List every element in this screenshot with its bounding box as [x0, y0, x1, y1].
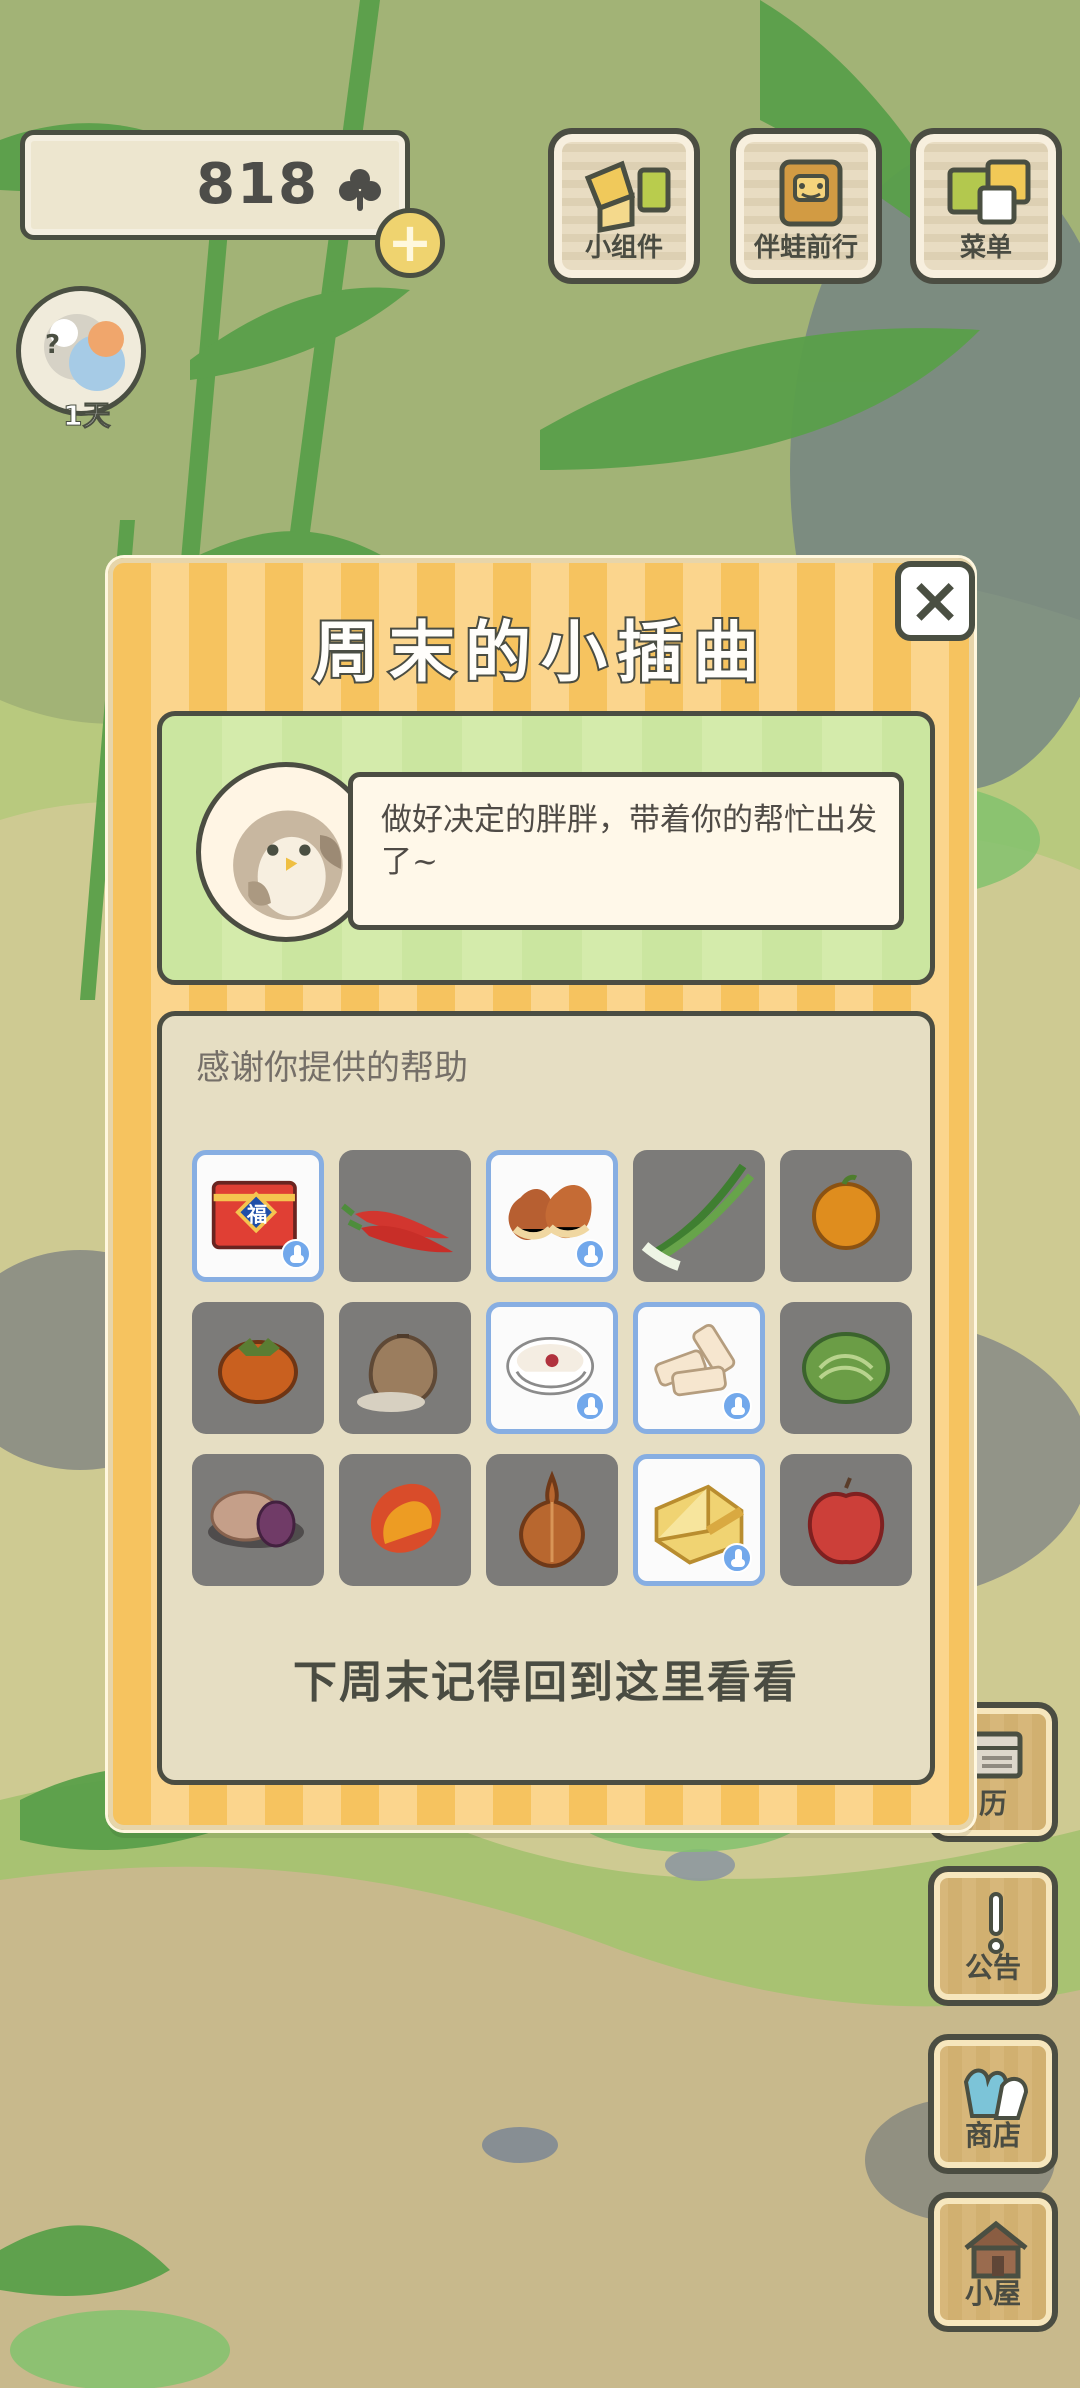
house-button[interactable]: 小屋 [928, 2192, 1058, 2332]
announcement-label: 公告 [964, 1951, 1021, 1984]
mango-icon [370, 1483, 441, 1553]
footer-text: 下周末记得回到这里看看 [293, 1657, 799, 1708]
currency-counter: 818 [20, 130, 410, 240]
pastry-icon [208, 1490, 304, 1548]
help-item-mango[interactable] [339, 1454, 471, 1586]
widget-label: 小组件 [584, 233, 663, 263]
shop-button[interactable]: 商店 [928, 2034, 1058, 2174]
help-item-chili[interactable] [339, 1150, 471, 1282]
shop-label: 商店 [964, 2119, 1021, 2152]
help-item-grain-sack[interactable] [339, 1302, 471, 1434]
day-status-label: 1天 [62, 399, 111, 433]
help-item-green-onion[interactable] [633, 1150, 765, 1282]
tap-hand-icon [281, 1239, 311, 1269]
svg-text:福: 福 [246, 1203, 267, 1227]
house-label: 小屋 [964, 2277, 1021, 2310]
grain-sack-icon [357, 1333, 438, 1412]
persimmon-icon [218, 1338, 298, 1404]
frog-companion-button[interactable]: 伴蛙前行 [730, 128, 882, 284]
help-item-pastry[interactable] [192, 1454, 324, 1586]
help-item-porridge[interactable] [486, 1302, 618, 1434]
frog-companion-icon [779, 159, 843, 227]
menu-label: 菜单 [959, 233, 1012, 263]
help-item-gift-box[interactable]: 福 [192, 1150, 324, 1282]
help-item-persimmon[interactable] [192, 1302, 324, 1434]
widget-button[interactable]: 小组件 [548, 128, 700, 284]
help-item-cheese[interactable] [633, 1454, 765, 1586]
help-items-grid: 福 [192, 1150, 912, 1586]
help-item-apple[interactable] [780, 1454, 912, 1586]
tap-hand-icon [722, 1543, 752, 1573]
menu-icon [947, 159, 1031, 225]
clover-icon [339, 169, 381, 211]
dialog-bubble: 做好决定的胖胖，带着你的帮忙出发了~ [348, 772, 904, 930]
dialog-panel: 做好决定的胖胖，带着你的帮忙出发了~ [157, 711, 935, 985]
orange-icon [812, 1174, 880, 1250]
apple-icon [807, 1477, 885, 1565]
menu-button[interactable]: 菜单 [910, 128, 1062, 284]
add-currency-button[interactable]: + [375, 208, 445, 278]
help-item-chestnut[interactable] [486, 1150, 618, 1282]
help-item-cabbage[interactable] [780, 1302, 912, 1434]
cabbage-icon [802, 1332, 890, 1404]
currency-value: 818 [196, 152, 319, 217]
green-onion-icon [641, 1163, 755, 1271]
chili-pepper-icon [341, 1203, 453, 1253]
help-item-cake-bars[interactable] [633, 1302, 765, 1434]
tap-hand-icon [575, 1239, 605, 1269]
help-item-onion[interactable] [486, 1454, 618, 1586]
game-screen: 818 + ? 1天 小组件 伴蛙前行 菜单 历 公告 商店 小屋 周末的小插曲… [0, 0, 1080, 2388]
widget-icon [584, 160, 671, 234]
onion-icon [519, 1470, 585, 1569]
close-icon: × [908, 564, 962, 638]
close-button[interactable]: × [895, 561, 975, 641]
announcement-button[interactable]: 公告 [928, 1866, 1058, 2006]
tap-hand-icon [575, 1391, 605, 1421]
weekend-episode-modal: 周末的小插曲 × 做好决定的胖胖，带着你的帮忙出发了~ 感谢你提供的帮助 福 下… [108, 558, 975, 1830]
dialog-text: 做好决定的胖胖，带着你的帮忙出发了~ [381, 802, 877, 880]
help-items-title: 感谢你提供的帮助 [196, 1048, 468, 1088]
modal-title: 周末的小插曲 [311, 612, 769, 693]
help-items-panel: 感谢你提供的帮助 福 下周末记得回到这里看看 [157, 1011, 935, 1785]
help-item-orange[interactable] [780, 1150, 912, 1282]
svg-text:?: ? [45, 330, 60, 360]
owl-icon [233, 810, 343, 920]
tap-hand-icon [722, 1391, 752, 1421]
frog-companion-label: 伴蛙前行 [753, 233, 858, 263]
